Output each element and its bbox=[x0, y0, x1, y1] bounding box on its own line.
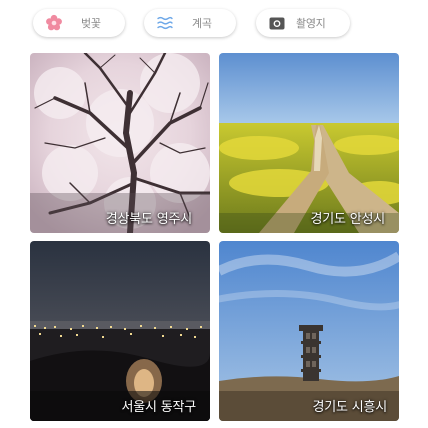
photo-card[interactable]: 경기도 시흥시 bbox=[219, 241, 399, 421]
camera-icon bbox=[268, 14, 286, 32]
filter-chip-label: 계곡 bbox=[192, 17, 212, 30]
filter-chip-label: 벚꽃 bbox=[81, 17, 101, 30]
photo-location-label: 경상북도 영주시 bbox=[105, 212, 192, 227]
filter-chip-bar: 벚꽃 계곡 촬영지 bbox=[0, 9, 428, 39]
photo-city-night-view bbox=[30, 241, 210, 421]
photo-location-label: 경기도 시흥시 bbox=[312, 400, 388, 415]
photo-card[interactable]: 서울시 동작구 bbox=[30, 241, 210, 421]
water-waves-icon bbox=[156, 14, 174, 32]
filter-chip-filming-location[interactable]: 촬영지 bbox=[256, 9, 350, 37]
photo-location-label: 서울시 동작구 bbox=[121, 400, 197, 415]
filter-chip-label: 촬영지 bbox=[296, 17, 326, 30]
cherry-blossom-icon bbox=[45, 14, 63, 32]
photo-cherry-blossom-tree bbox=[30, 53, 210, 233]
photo-card[interactable]: 경상북도 영주시 bbox=[30, 53, 210, 233]
photo-canola-field bbox=[219, 53, 399, 233]
filter-chip-valley[interactable]: 계곡 bbox=[144, 9, 236, 37]
filter-chip-cherry-blossom[interactable]: 벚꽃 bbox=[33, 9, 125, 37]
photo-observation-tower bbox=[219, 241, 399, 421]
photo-location-label: 경기도 안성시 bbox=[310, 212, 386, 227]
photo-card[interactable]: 경기도 안성시 bbox=[219, 53, 399, 233]
